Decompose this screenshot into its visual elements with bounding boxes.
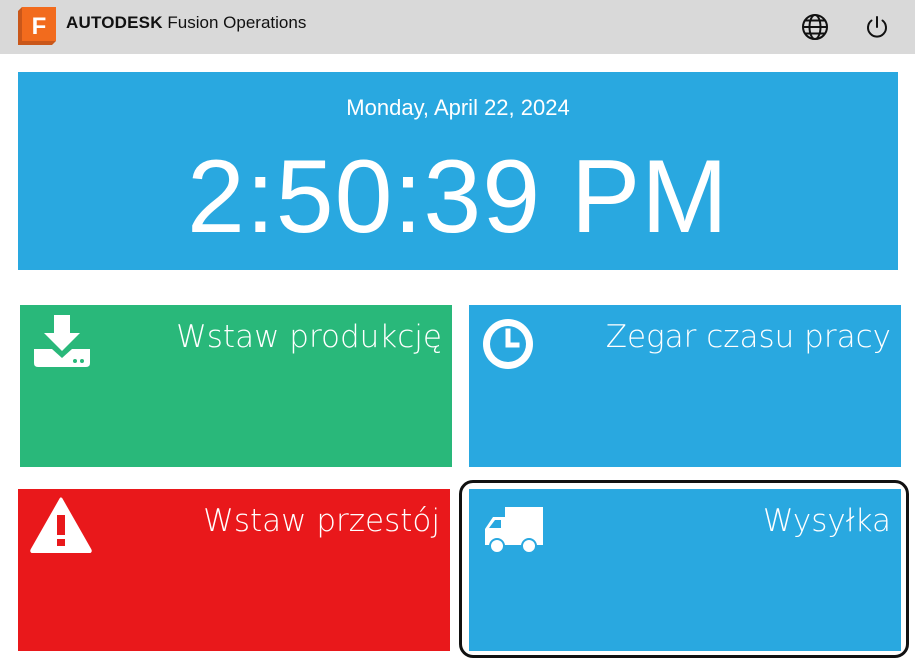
tile-label: Wysyłka bbox=[762, 503, 891, 539]
tile-work-time-clock[interactable]: Zegar czasu pracy bbox=[469, 305, 901, 467]
download-drive-icon bbox=[34, 315, 90, 367]
tile-shipping[interactable]: Wysyłka bbox=[469, 489, 901, 651]
globe-icon bbox=[802, 14, 828, 40]
fusion-logo-icon: F bbox=[18, 7, 56, 45]
logout-button[interactable] bbox=[862, 12, 892, 42]
top-bar: F AUTODESK Fusion Operations bbox=[0, 0, 915, 54]
tile-label: Wstaw przestój bbox=[203, 503, 440, 539]
brand-name: AUTODESK bbox=[66, 13, 163, 32]
language-button[interactable] bbox=[800, 12, 830, 42]
product-name: Fusion Operations bbox=[167, 13, 307, 32]
truck-icon bbox=[485, 507, 543, 554]
app-title: AUTODESK Fusion Operations bbox=[66, 13, 306, 33]
svg-text:F: F bbox=[32, 13, 47, 40]
power-icon bbox=[867, 16, 887, 38]
clock-panel: Monday, April 22, 2024 2:50:39 PM bbox=[18, 72, 898, 270]
clock-icon bbox=[483, 319, 533, 369]
warning-icon bbox=[30, 497, 92, 553]
tile-insert-downtime[interactable]: Wstaw przestój bbox=[18, 489, 450, 651]
tile-insert-production[interactable]: Wstaw produkcję bbox=[20, 305, 452, 467]
current-date: Monday, April 22, 2024 bbox=[346, 95, 570, 120]
tile-label: Wstaw produkcję bbox=[176, 319, 442, 355]
current-time: 2:50:39 PM bbox=[187, 139, 729, 255]
tile-label: Zegar czasu pracy bbox=[605, 319, 891, 355]
